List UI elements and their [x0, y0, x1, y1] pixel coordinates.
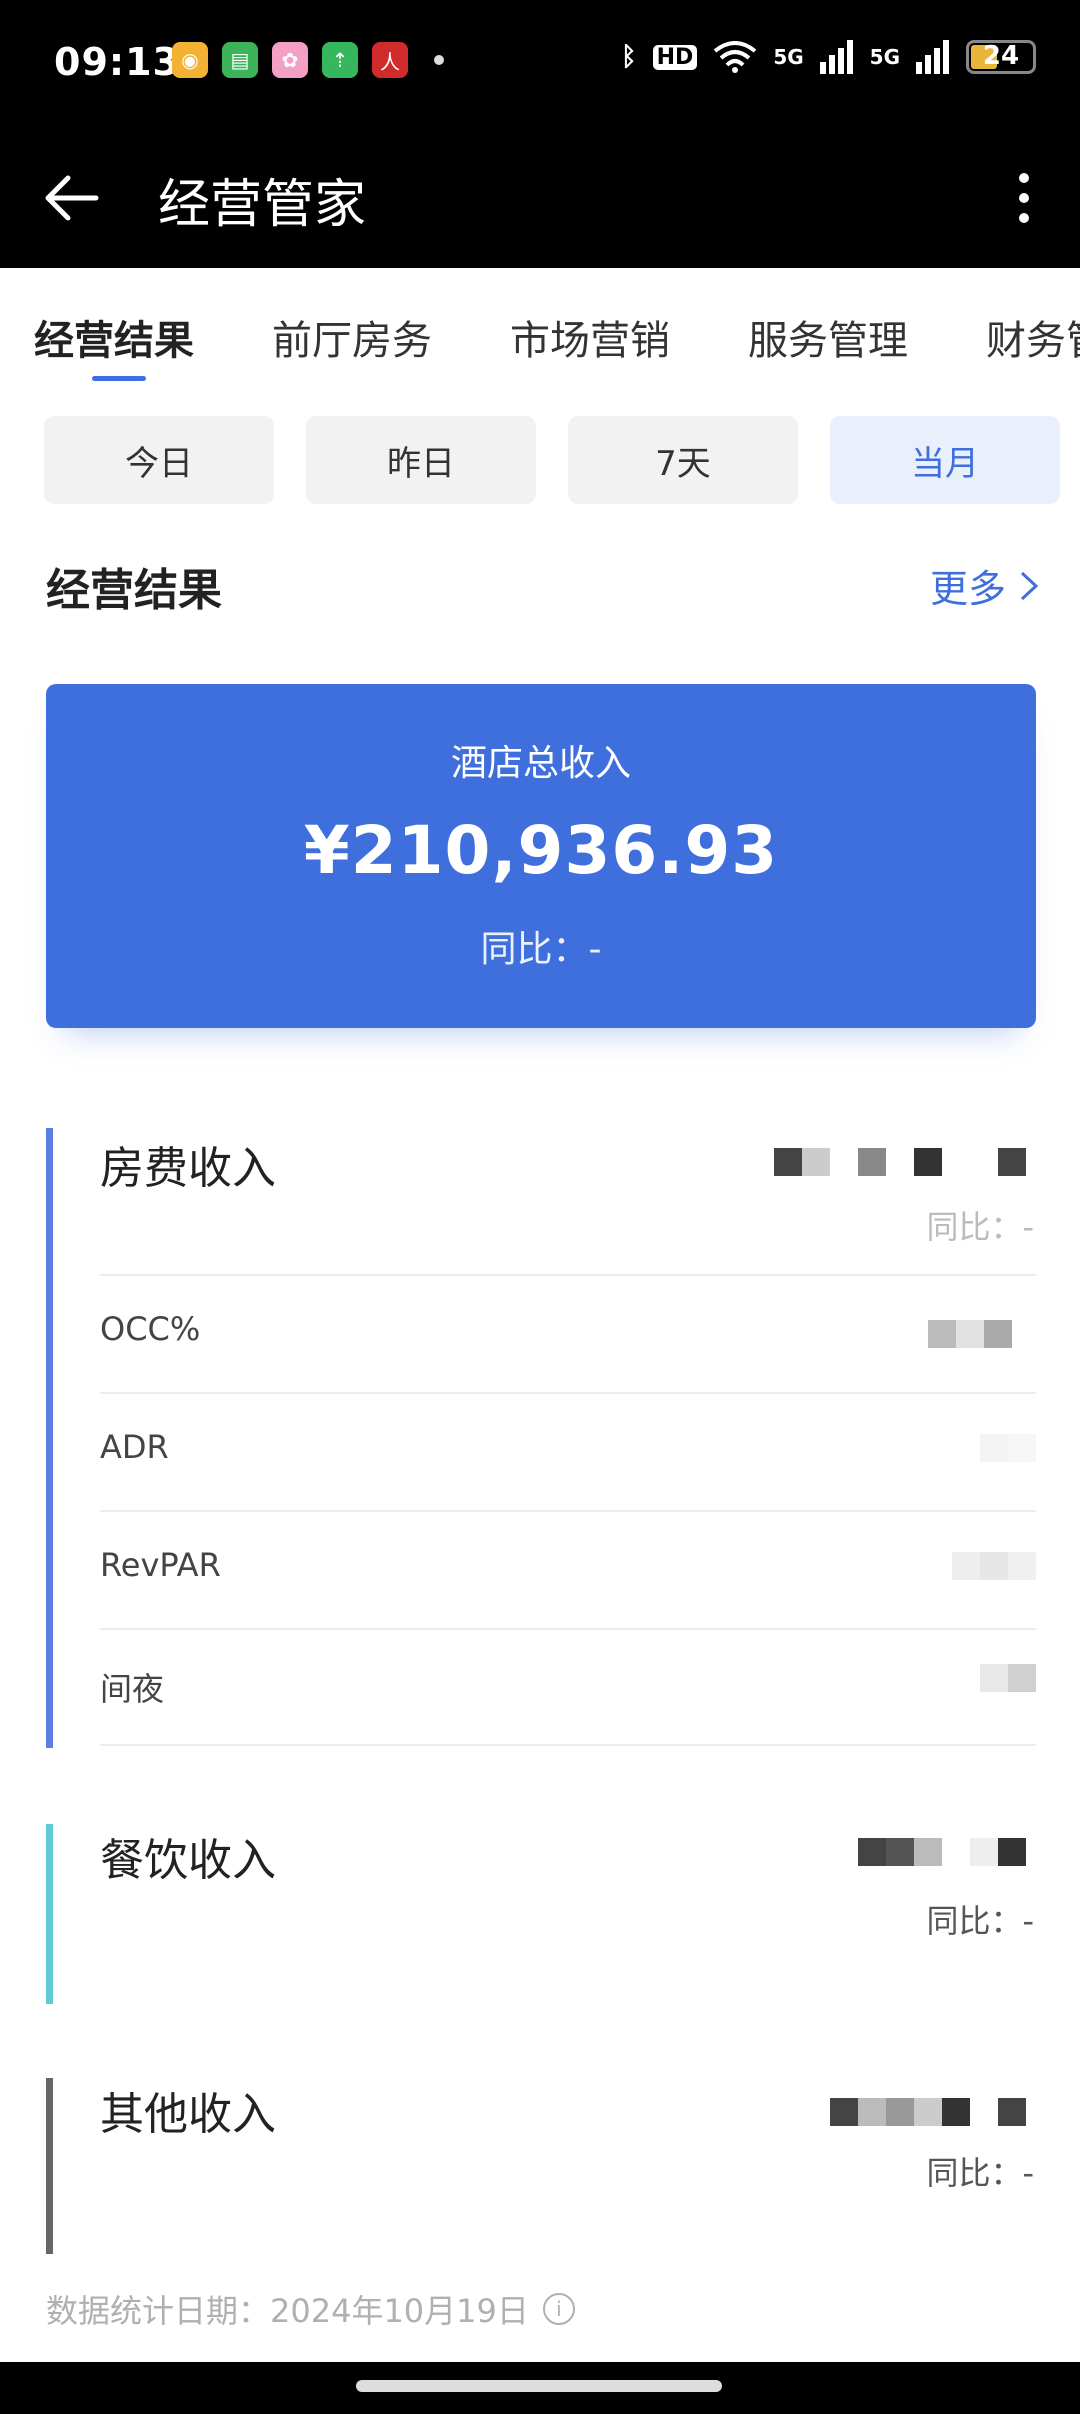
other-income-title: 其他收入	[100, 2089, 276, 2140]
tab-service[interactable]: 服务管理	[748, 308, 908, 366]
total-revenue-card[interactable]: 酒店总收入 ¥210,936.93 同比：-	[46, 684, 1036, 1028]
info-icon[interactable]: i	[542, 2293, 575, 2325]
flower-app-icon: ✿	[272, 42, 308, 78]
food-income-section: 餐饮收入 同比：-	[46, 1824, 1036, 2004]
metric-occ-label: OCC%	[100, 1310, 201, 1348]
signal-label-2: 5G	[869, 45, 900, 69]
other-income-section: 其他收入 同比：-	[46, 2078, 1036, 2254]
app-bar: 经营管家	[0, 128, 1080, 268]
upload-app-icon: ⇡	[322, 42, 358, 78]
more-link-label: 更多	[929, 567, 1006, 611]
tab-marketing[interactable]: 市场营销	[510, 308, 670, 366]
metric-adr-label: ADR	[100, 1428, 169, 1466]
weibo-icon: ◉	[172, 42, 208, 78]
metric-revpar-label: RevPAR	[100, 1546, 221, 1584]
tab-business-results[interactable]: 经营结果	[34, 308, 194, 366]
people-daily-icon: 人	[372, 42, 408, 78]
wifi-icon	[714, 41, 757, 73]
battery-icon: 24	[966, 40, 1036, 74]
status-bar: 09:13 ◉ ▤ ✿ ⇡ 人 ᛒ HD 5G 5G 24	[0, 0, 1080, 128]
total-revenue-yoy: 同比：-	[480, 929, 602, 970]
masked-value	[830, 2098, 1026, 2126]
home-gesture-handle[interactable]	[356, 2380, 722, 2392]
filter-7days[interactable]: 7天	[568, 416, 798, 504]
category-tabs: 经营结果 前厅房务 市场营销 服务管理 财务管	[0, 268, 1080, 388]
list-item[interactable]: OCC%	[100, 1274, 1036, 1392]
room-income-yoy: 同比：-	[926, 1208, 1034, 1246]
filter-this-month[interactable]: 当月	[830, 416, 1060, 504]
tab-front-office[interactable]: 前厅房务	[272, 308, 432, 366]
metric-room-nights-label: 间夜	[100, 1670, 165, 1708]
tab-finance[interactable]: 财务管	[986, 308, 1080, 366]
list-item[interactable]: 间夜	[100, 1628, 1036, 1746]
total-revenue-label: 酒店总收入	[450, 743, 631, 784]
section-title: 经营结果	[46, 565, 222, 616]
signal-icon	[819, 40, 853, 74]
room-income-section: 房费收入 同比：- OCC% ADR RevPAR 间夜	[46, 1128, 1036, 1748]
list-item[interactable]: ADR	[100, 1392, 1036, 1510]
more-link[interactable]: 更多	[930, 558, 1040, 613]
chevron-right-icon	[1020, 571, 1039, 600]
system-nav-bar	[0, 2362, 1080, 2414]
battery-level: 24	[982, 41, 1020, 71]
list-item[interactable]: RevPAR	[100, 1510, 1036, 1628]
filter-yesterday[interactable]: 昨日	[306, 416, 536, 504]
signal-label-1: 5G	[773, 45, 804, 69]
notification-icons: ◉ ▤ ✿ ⇡ 人	[172, 42, 444, 78]
messages-icon: ▤	[222, 42, 258, 78]
room-income-title: 房费收入	[100, 1143, 276, 1194]
hd-badge: HD	[652, 44, 698, 70]
status-right: ᛒ HD 5G 5G 24	[621, 40, 1036, 74]
filter-today[interactable]: 今日	[44, 416, 274, 504]
food-income-title: 餐饮收入	[100, 1835, 276, 1886]
masked-value	[858, 1838, 1026, 1866]
masked-value	[980, 1434, 1036, 1462]
back-arrow-icon[interactable]	[40, 166, 104, 230]
total-revenue-value: ¥210,936.93	[303, 812, 779, 889]
masked-value	[980, 1664, 1036, 1692]
status-time: 09:13	[54, 40, 180, 84]
page-title: 经营管家	[158, 175, 367, 235]
other-income-accent-bar	[46, 2078, 53, 2254]
masked-value	[952, 1552, 1036, 1580]
masked-value	[774, 1148, 1026, 1176]
stat-date-text: 数据统计日期：2024年10月19日	[46, 2292, 529, 2330]
food-income-yoy: 同比：-	[926, 1902, 1034, 1940]
overflow-menu-icon[interactable]	[1000, 162, 1048, 234]
room-metrics-list: OCC% ADR RevPAR 间夜	[100, 1274, 1036, 1746]
food-income-accent-bar	[46, 1824, 53, 2004]
masked-value	[928, 1320, 1012, 1348]
bluetooth-icon: ᛒ	[621, 42, 637, 72]
signal-icon-2	[916, 40, 949, 74]
active-tab-indicator	[92, 376, 146, 381]
room-income-accent-bar	[46, 1128, 53, 1748]
more-notifications-dot	[434, 55, 444, 65]
stat-date-note: 数据统计日期：2024年10月19日 i	[46, 2286, 575, 2332]
other-income-yoy: 同比：-	[926, 2154, 1034, 2192]
